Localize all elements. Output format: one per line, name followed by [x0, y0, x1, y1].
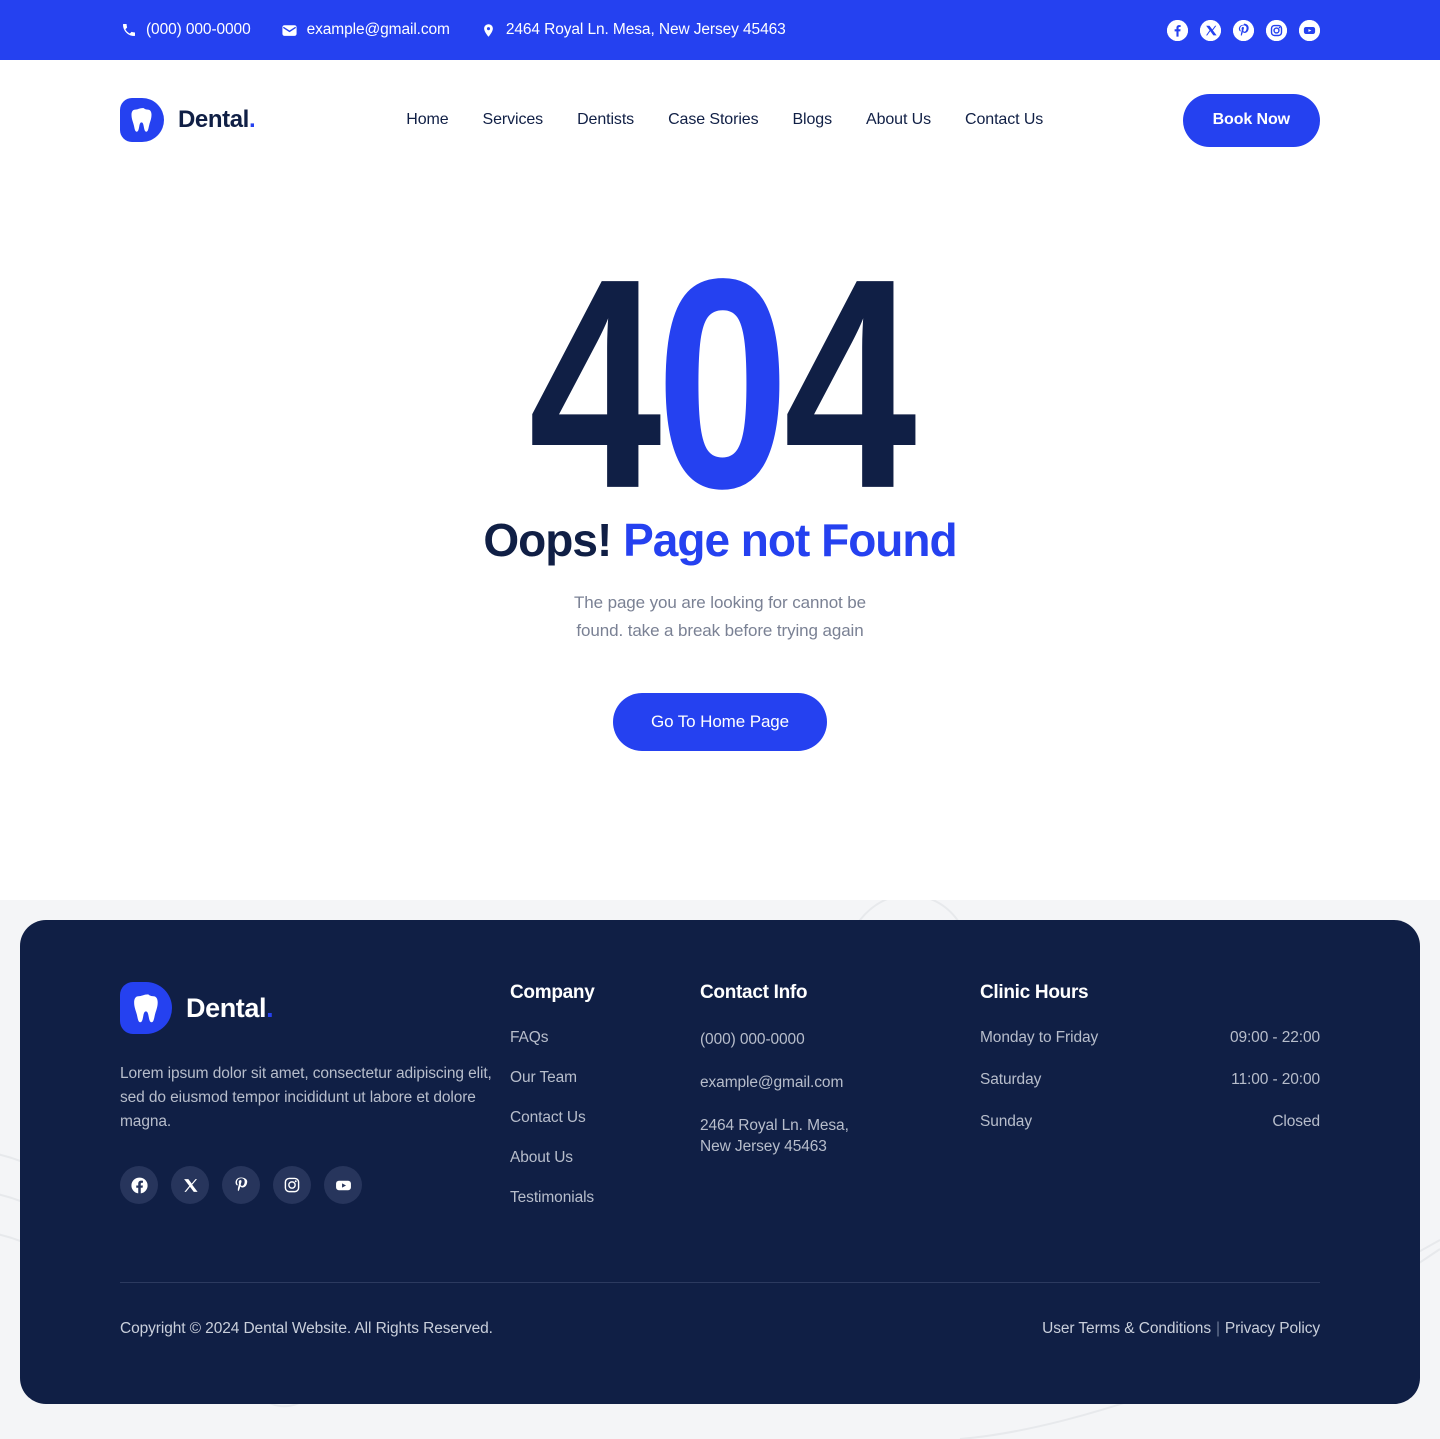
footer-description: Lorem ipsum dolor sit amet, consectetur …: [120, 1065, 492, 1130]
nav-item-services[interactable]: Services: [466, 111, 561, 129]
footer-hours-title: Clinic Hours: [980, 982, 1089, 1003]
x-twitter-icon[interactable]: [1200, 19, 1221, 41]
footer-company-column: Company FAQs Our Team Contact Us About U…: [510, 982, 700, 1229]
facebook-icon[interactable]: [1167, 19, 1188, 41]
footer-contact-phone[interactable]: (000) 000-0000: [700, 1029, 980, 1050]
footer-contact-address: 2464 Royal Ln. Mesa, New Jersey 45463: [700, 1115, 980, 1157]
terms-link[interactable]: User Terms & Conditions: [1042, 1320, 1211, 1337]
footer-link-about-us[interactable]: About Us: [510, 1149, 700, 1167]
clinic-hours-row: Saturday 11:00 - 20:00: [980, 1071, 1320, 1089]
footer-link-our-team[interactable]: Our Team: [510, 1069, 700, 1087]
pinterest-icon[interactable]: [1233, 19, 1254, 41]
nav-links: Home Services Dentists Case Stories Blog…: [389, 111, 1060, 129]
footer-social-links: [120, 1166, 510, 1204]
footer-legal-links: User Terms & Conditions | Privacy Policy: [1042, 1320, 1320, 1338]
topbar-phone[interactable]: (000) 000-0000: [120, 21, 251, 39]
page-root: (000) 000-0000 example@gmail.com 2464 Ro…: [0, 0, 1440, 1439]
footer-divider: [120, 1282, 1320, 1283]
clinic-hours-time: Closed: [1272, 1113, 1320, 1130]
page-subtitle: The page you are looking for cannot be f…: [0, 589, 1440, 645]
pinterest-icon[interactable]: [222, 1166, 260, 1204]
topbar-email[interactable]: example@gmail.com: [281, 21, 450, 39]
footer-link-faqs[interactable]: FAQs: [510, 1029, 700, 1047]
sparkle-icon: [1010, 625, 1082, 703]
error-code-digit-1: 4: [528, 217, 662, 552]
nav-item-dentists[interactable]: Dentists: [560, 111, 651, 129]
error-code: 404: [529, 235, 917, 534]
top-contact-group: (000) 000-0000 example@gmail.com 2464 Ro…: [120, 21, 1167, 39]
footer-company-title: Company: [510, 982, 595, 1003]
footer-contact-email[interactable]: example@gmail.com: [700, 1072, 980, 1093]
footer-brand-column: Dental. Lorem ipsum dolor sit amet, cons…: [120, 982, 510, 1229]
book-now-button[interactable]: Book Now: [1182, 93, 1320, 147]
footer-link-contact-us[interactable]: Contact Us: [510, 1109, 700, 1127]
clinic-hours-row: Monday to Friday 09:00 - 22:00: [980, 1029, 1320, 1047]
nav-item-case-stories[interactable]: Case Stories: [651, 111, 775, 129]
clinic-hours-day: Sunday: [980, 1113, 1032, 1130]
page-subtitle-line1: The page you are looking for cannot be: [573, 593, 866, 612]
brand-logo[interactable]: Dental.: [120, 98, 256, 142]
envelope-icon: [281, 22, 298, 39]
footer-region: Dental. Lorem ipsum dolor sit amet, cons…: [0, 900, 1440, 1424]
location-pin-icon: [480, 22, 497, 39]
site-footer: Dental. Lorem ipsum dolor sit amet, cons…: [20, 920, 1420, 1404]
clinic-hours-day: Monday to Friday: [980, 1029, 1099, 1046]
topbar-email-text: example@gmail.com: [306, 21, 450, 38]
footer-address-line1: 2464 Royal Ln. Mesa,: [700, 1117, 849, 1134]
footer-brand-name: Dental.: [186, 992, 274, 1023]
tooth-logo-icon: [120, 98, 164, 142]
legal-separator: |: [1215, 1320, 1220, 1337]
footer-brand-dot: .: [266, 992, 274, 1023]
footer-brand-logo[interactable]: Dental.: [120, 982, 510, 1034]
youtube-icon[interactable]: [1299, 19, 1320, 41]
tooth-logo-icon: [120, 982, 172, 1034]
copyright-text: Copyright © 2024 Dental Website. All Rig…: [120, 1320, 493, 1337]
clinic-hours-time: 09:00 - 22:00: [1229, 1029, 1320, 1046]
error-hero: 404 Oops! Page not Found The page you ar…: [0, 180, 1440, 751]
footer-contact-title: Contact Info: [700, 982, 808, 1003]
error-code-digit-3: 4: [783, 217, 917, 552]
footer-link-testimonials[interactable]: Testimonials: [510, 1189, 700, 1207]
error-code-digit-2: 0: [656, 217, 789, 552]
phone-icon: [120, 22, 137, 39]
x-twitter-icon[interactable]: [171, 1166, 209, 1204]
footer-hours-column: Clinic Hours Monday to Friday 09:00 - 22…: [980, 982, 1320, 1229]
nav-item-contact-us[interactable]: Contact Us: [948, 111, 1060, 129]
top-contact-bar: (000) 000-0000 example@gmail.com 2464 Ro…: [0, 0, 1440, 60]
nav-item-blogs[interactable]: Blogs: [775, 111, 849, 129]
go-to-home-button[interactable]: Go To Home Page: [612, 693, 828, 751]
topbar-address-text: 2464 Royal Ln. Mesa, New Jersey 45463: [505, 21, 786, 38]
clinic-hours-time: 11:00 - 20:00: [1231, 1071, 1320, 1088]
facebook-icon[interactable]: [120, 1166, 158, 1204]
nav-item-home[interactable]: Home: [389, 111, 465, 129]
page-subtitle-line2: found. take a break before trying again: [576, 621, 864, 640]
clinic-hours-day: Saturday: [980, 1071, 1042, 1088]
footer-contact-column: Contact Info (000) 000-0000 example@gmai…: [700, 982, 980, 1229]
instagram-icon[interactable]: [1266, 19, 1287, 41]
youtube-icon[interactable]: [324, 1166, 362, 1204]
privacy-link[interactable]: Privacy Policy: [1225, 1320, 1320, 1337]
sparkle-icon: [367, 507, 397, 539]
main-navigation: Dental. Home Services Dentists Case Stor…: [0, 60, 1440, 180]
topbar-phone-text: (000) 000-0000: [146, 21, 251, 38]
instagram-icon[interactable]: [273, 1166, 311, 1204]
footer-columns: Dental. Lorem ipsum dolor sit amet, cons…: [120, 982, 1320, 1229]
brand-name: Dental.: [178, 106, 256, 133]
footer-address-line2: New Jersey 45463: [700, 1138, 827, 1155]
brand-dot: .: [248, 106, 256, 133]
clinic-hours-row: Sunday Closed: [980, 1113, 1320, 1131]
nav-item-about-us[interactable]: About Us: [849, 111, 948, 129]
topbar-address[interactable]: 2464 Royal Ln. Mesa, New Jersey 45463: [480, 21, 786, 39]
footer-bottom-bar: Copyright © 2024 Dental Website. All Rig…: [120, 1320, 1320, 1338]
topbar-social-links: [1167, 19, 1320, 41]
